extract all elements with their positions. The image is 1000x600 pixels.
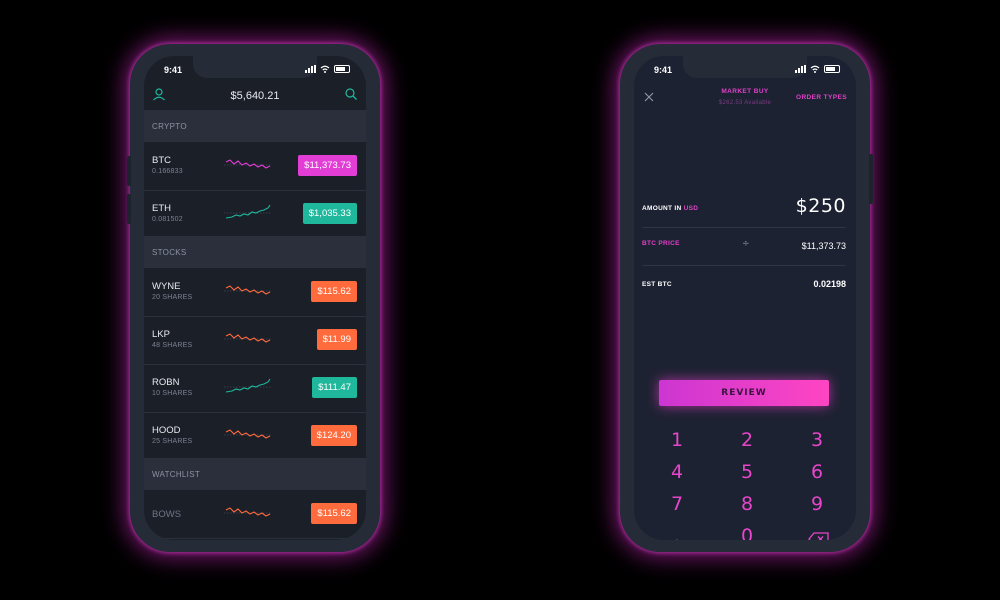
side-button [127,194,131,224]
section-header-stocks: STOCKS [144,236,366,268]
asset-symbol: ETH [152,203,171,214]
asset-symbol: LKP [152,329,170,340]
status-bar: 9:41 [634,56,856,82]
est-btc-value: 0.02198 [813,279,846,289]
asset-row-bows[interactable]: BOWS $115.62 [144,490,366,539]
asset-holding: 25 SHARES [152,438,193,445]
portfolio-balance: $5,640.21 [230,90,280,102]
sparkline-chart [224,159,272,169]
signal-icon [795,65,806,73]
wifi-icon [810,65,820,73]
key-6[interactable]: 6 [787,459,847,485]
price-badge[interactable]: $11.99 [316,329,357,350]
sparkline-chart [224,333,272,343]
wifi-icon [320,65,330,73]
asset-symbol: WYNE [152,281,181,292]
key-3[interactable]: 3 [787,427,847,453]
asset-holding: 10 SHARES [152,390,193,397]
price-badge[interactable]: $111.47 [312,377,357,398]
asset-symbol: ROBN [152,377,180,388]
asset-holding: 0.081502 [152,216,183,223]
sparkline-chart [224,285,272,295]
left-phone: 9:41 $5,640.21 CRYPTO BTC 0.166833 $11,373… [127,44,380,552]
backspace-icon[interactable] [808,532,830,540]
asset-symbol: HOOD [152,425,181,436]
asset-symbol: BTC [152,155,171,166]
price-badge[interactable]: $1,035.33 [302,203,357,224]
asset-row-robn[interactable]: ROBN 10 SHARES $111.47 [144,364,366,413]
asset-row-wyne[interactable]: WYNE 20 SHARES $115.62 [144,268,366,317]
key-9[interactable]: 9 [787,491,847,517]
sparkline-chart [224,204,272,219]
asset-row-eth[interactable]: ETH 0.081502 $1,035.33 [144,190,366,239]
asset-row-lkp[interactable]: LKP 48 SHARES $11.99 [144,316,366,365]
asset-holding: 20 SHARES [152,294,193,301]
asset-row-hood[interactable]: HOOD 25 SHARES $124.20 [144,412,366,461]
status-bar: 9:41 [144,56,366,82]
section-header-crypto: CRYPTO [144,110,366,142]
review-button[interactable]: REVIEW [659,380,829,406]
price-badge[interactable]: $115.62 [311,281,357,302]
est-btc-row: EST BTC 0.02198 [642,265,846,303]
divide-icon: ÷ [742,239,750,249]
amount-unit: USD [683,205,699,212]
search-icon[interactable] [344,87,358,101]
key-8[interactable]: 8 [717,491,777,517]
btc-price-value: $11,373.73 [801,241,846,251]
key-4[interactable]: 4 [647,459,707,485]
amount-row[interactable]: AMOUNT IN USD $250 [642,189,846,228]
battery-icon [824,65,840,73]
asset-holding: 0.166833 [152,168,183,175]
sparkline-chart [224,378,272,393]
price-badge[interactable]: $11,373.73 [298,155,357,176]
key-1[interactable]: 1 [647,427,707,453]
btc-price-row: BTC PRICE ÷ $11,373.73 [642,227,846,266]
price-badge[interactable]: $124.20 [310,425,357,446]
buy-screen: 9:41 MARKET BUY $262.53 Available ORDER … [634,56,856,540]
asset-row-btc[interactable]: BTC 0.166833 $11,373.73 [144,142,366,191]
asset-symbol: BOWS [152,509,182,520]
side-button [127,156,131,186]
key-2[interactable]: 2 [717,427,777,453]
amount-value: $250 [795,195,846,217]
amount-label: AMOUNT IN [642,205,682,212]
portfolio-screen: 9:41 $5,640.21 CRYPTO BTC 0.166833 $11,373… [144,56,366,540]
side-button [869,154,873,204]
key-decimal[interactable]: . [647,523,707,540]
right-phone: 9:41 MARKET BUY $262.53 Available ORDER … [620,44,873,552]
key-7[interactable]: 7 [647,491,707,517]
btc-price-label: BTC PRICE [642,240,680,247]
status-time: 9:41 [654,65,673,75]
signal-icon [305,65,316,73]
est-btc-label: EST BTC [642,281,672,288]
asset-holding: 48 SHARES [152,342,193,349]
sparkline-chart [224,507,272,517]
section-header-watchlist: WATCHLIST [144,458,366,490]
status-time: 9:41 [164,65,183,75]
price-badge[interactable]: $115.62 [311,503,357,524]
key-5[interactable]: 5 [717,459,777,485]
battery-icon [334,65,350,73]
key-0[interactable]: 0 [717,523,777,540]
order-types-link[interactable]: ORDER TYPES [796,94,847,101]
top-bar: $5,640.21 [144,82,366,110]
sparkline-chart [224,429,272,439]
